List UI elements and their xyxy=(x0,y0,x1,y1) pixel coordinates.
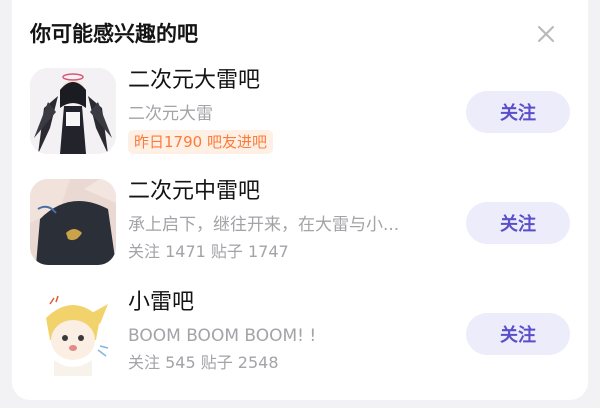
forum-item[interactable]: 二次元中雷吧 承上启下，继往开来，在大雷与小... 关注 1471 贴子 174… xyxy=(30,177,570,269)
recommended-forums-card: 你可能感兴趣的吧 二次元大雷吧 二次元大雷 昨日1790 吧友进吧 关注 二次元… xyxy=(12,0,588,400)
forum-avatar[interactable] xyxy=(30,68,116,154)
follow-button[interactable]: 关注 xyxy=(466,313,570,355)
forum-info: 二次元中雷吧 承上启下，继往开来，在大雷与小... 关注 1471 贴子 174… xyxy=(128,177,448,263)
card-title: 你可能感兴趣的吧 xyxy=(30,22,198,46)
forum-info: 二次元大雷吧 二次元大雷 昨日1790 吧友进吧 xyxy=(128,66,448,154)
forum-stats: 关注 1471 贴子 1747 xyxy=(128,242,289,261)
forum-description: 二次元大雷 xyxy=(128,104,213,124)
forum-info: 小雷吧 BOOM BOOM BOOM! ! 关注 545 贴子 2548 xyxy=(128,288,448,374)
forum-stats: 关注 545 贴子 2548 xyxy=(128,353,279,372)
forum-avatar[interactable] xyxy=(30,290,116,376)
forum-description: 承上启下，继往开来，在大雷与小... xyxy=(128,215,400,235)
forum-name[interactable]: 小雷吧 xyxy=(128,288,448,318)
forum-description: BOOM BOOM BOOM! ! xyxy=(128,326,317,346)
forum-name[interactable]: 二次元中雷吧 xyxy=(128,177,448,207)
follow-button[interactable]: 关注 xyxy=(466,91,570,133)
follow-button[interactable]: 关注 xyxy=(466,202,570,244)
forum-name[interactable]: 二次元大雷吧 xyxy=(128,66,448,96)
visitor-badge: 昨日1790 吧友进吧 xyxy=(128,130,273,154)
forum-item[interactable]: 二次元大雷吧 二次元大雷 昨日1790 吧友进吧 关注 xyxy=(30,66,570,158)
forum-avatar[interactable] xyxy=(30,179,116,265)
card-header: 你可能感兴趣的吧 xyxy=(30,18,570,50)
close-icon[interactable] xyxy=(536,24,556,44)
forum-item[interactable]: 小雷吧 BOOM BOOM BOOM! ! 关注 545 贴子 2548 关注 xyxy=(30,288,570,380)
